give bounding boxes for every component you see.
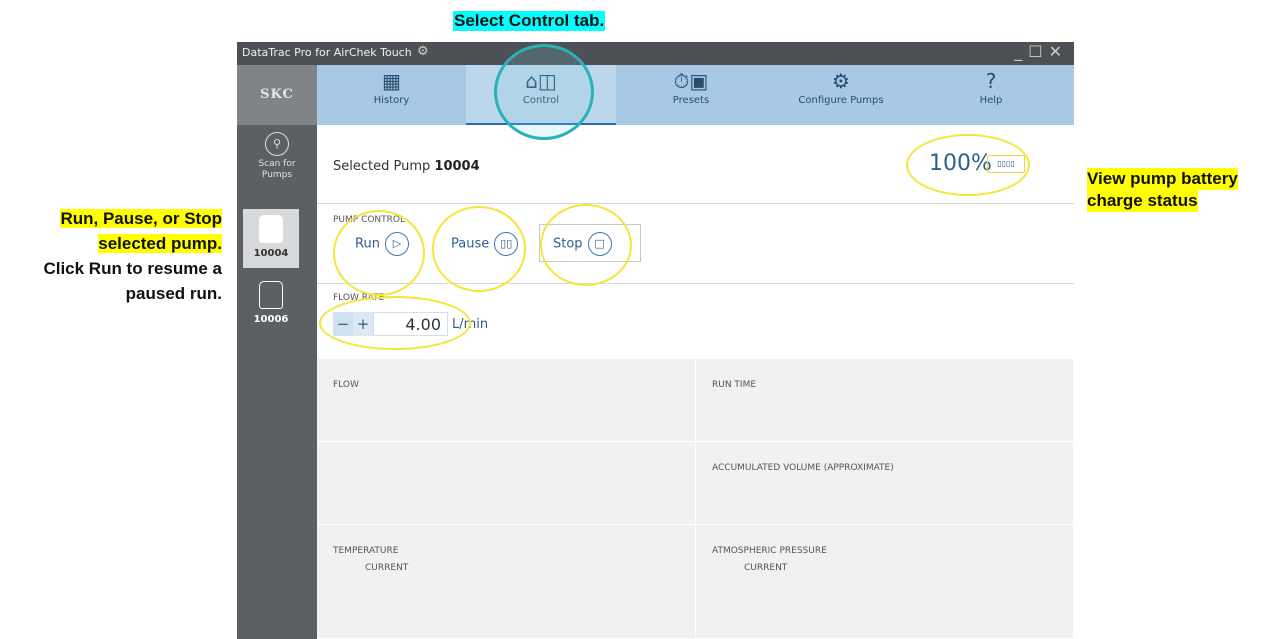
accumulated-volume-cell: ACCUMULATED VOLUME (APPROXIMATE) — [696, 442, 1074, 525]
skc-logo: SKC — [237, 65, 317, 125]
temperature-cell: TEMPERATURE CURRENT — [317, 525, 696, 639]
timer-calendar-icon: ⏱▣ — [673, 69, 709, 93]
sidebar: SKC ⚲ Scan for Pumps 10004 10006 — [237, 65, 317, 639]
tab-label: Presets — [672, 95, 710, 106]
flow-cell: FLOW — [317, 359, 696, 442]
stop-button[interactable]: Stop □ — [553, 232, 612, 256]
flow-rate-label: FLOW RATE — [333, 293, 385, 303]
callout-battery: View pump battery charge status — [1087, 168, 1238, 212]
empty-cell — [317, 442, 696, 525]
callout-left-line1: Run, Pause, or Stop — [60, 209, 222, 228]
pump-item-10006[interactable]: 10006 — [243, 275, 299, 334]
atmospheric-pressure-cell: ATMOSPHERIC PRESSURE CURRENT — [696, 525, 1074, 639]
flow-cell-label: FLOW — [333, 380, 359, 390]
battery-icon: ▯▯▯▯ — [987, 155, 1025, 173]
flow-decrease-button[interactable]: − — [333, 312, 353, 336]
callout-left-line4: paused run. — [125, 284, 222, 303]
question-icon: ? — [985, 69, 997, 93]
settings-gear-icon[interactable]: ⚙ — [417, 44, 429, 59]
atmospheric-current-label: CURRENT — [744, 563, 788, 573]
pump-control-icon: ⌂◫ — [525, 69, 557, 93]
battery-percent: 100% — [929, 151, 992, 176]
stop-label: Stop — [553, 236, 583, 252]
flow-rate-unit: L/min — [452, 316, 489, 332]
run-time-label: RUN TIME — [712, 380, 757, 390]
tab-label: Configure Pumps — [798, 95, 884, 106]
run-label: Run — [355, 236, 380, 252]
minimize-icon[interactable]: _ — [1014, 42, 1028, 61]
pump-item-10004[interactable]: 10004 — [243, 209, 299, 268]
callout-select-control: Select Control tab. — [453, 11, 606, 31]
scan-label-line1: Scan for — [258, 159, 296, 169]
divider — [317, 283, 1074, 284]
stats-grid: FLOW RUN TIME ACCUMULATED VOLUME (APPROX… — [317, 359, 1074, 639]
flow-rate-control: − +4.00 L/min — [333, 312, 488, 338]
pause-label: Pause — [451, 236, 490, 252]
play-icon: ▷ — [384, 232, 409, 256]
maximize-icon[interactable]: ☐ — [1028, 42, 1048, 61]
gear-icon: ⚙ — [832, 69, 850, 93]
calendar-grid-icon: ▦ — [382, 69, 401, 93]
scan-label-line2: Pumps — [261, 170, 293, 180]
main-content: Selected Pump 10004 100% ▯▯▯▯ PUMP CONTR… — [317, 125, 1074, 639]
callout-left-line2: selected pump. — [98, 234, 222, 253]
tab-control[interactable]: ⌂◫ Control — [466, 65, 616, 125]
callout-run-pause-stop: Run, Pause, or Stop selected pump. Click… — [0, 206, 222, 306]
window-title: DataTrac Pro for AirChek Touch — [242, 46, 412, 59]
callout-battery-line1: View pump battery — [1087, 168, 1238, 190]
pump-label: 10004 — [253, 248, 289, 259]
tab-label: Help — [979, 95, 1003, 106]
pause-icon: ▯▯ — [494, 232, 519, 256]
atmospheric-pressure-label: ATMOSPHERIC PRESSURE — [712, 546, 827, 556]
flow-rate-input[interactable]: 4.00 — [373, 312, 448, 336]
temperature-label: TEMPERATURE — [333, 546, 399, 556]
search-icon: ⚲ — [265, 132, 289, 156]
app-window: DataTrac Pro for AirChek Touch ⚙ _☐✕ SKC… — [237, 42, 1074, 639]
run-button[interactable]: Run ▷ — [355, 232, 409, 256]
scan-for-pumps-button[interactable]: ⚲ Scan for Pumps — [237, 132, 317, 181]
flow-increase-button[interactable]: + — [353, 312, 373, 336]
title-bar: DataTrac Pro for AirChek Touch ⚙ _☐✕ — [237, 42, 1074, 65]
tab-label: History — [373, 95, 410, 106]
selected-pump-id: 10004 — [434, 159, 480, 174]
pump-icon — [259, 281, 283, 309]
pump-control-label: PUMP CONTROL — [333, 215, 406, 225]
tab-history[interactable]: ▦ History — [317, 65, 466, 125]
pump-label: 10006 — [253, 314, 289, 325]
tab-bar: ▦ History ⌂◫ Control ⏱▣ Presets ⚙ Config… — [317, 65, 1074, 125]
tab-configure-pumps[interactable]: ⚙ Configure Pumps — [766, 65, 916, 125]
tab-label: Control — [522, 95, 560, 106]
window-controls: _☐✕ — [1014, 42, 1068, 61]
pause-button[interactable]: Pause ▯▯ — [451, 232, 519, 256]
selected-pump-heading: Selected Pump 10004 — [333, 159, 480, 174]
accumulated-volume-label: ACCUMULATED VOLUME (APPROXIMATE) — [712, 463, 894, 473]
tab-presets[interactable]: ⏱▣ Presets — [616, 65, 766, 125]
divider — [317, 203, 1074, 204]
selected-pump-prefix: Selected Pump — [333, 159, 431, 174]
stop-icon: □ — [587, 232, 612, 256]
callout-battery-line2: charge status — [1087, 190, 1198, 212]
temperature-current-label: CURRENT — [365, 563, 409, 573]
tab-help[interactable]: ? Help — [916, 65, 1066, 125]
callout-left-line3: Click Run to resume a — [43, 259, 222, 278]
close-icon[interactable]: ✕ — [1049, 42, 1068, 61]
run-time-cell: RUN TIME — [696, 359, 1074, 442]
pump-icon — [259, 215, 283, 243]
